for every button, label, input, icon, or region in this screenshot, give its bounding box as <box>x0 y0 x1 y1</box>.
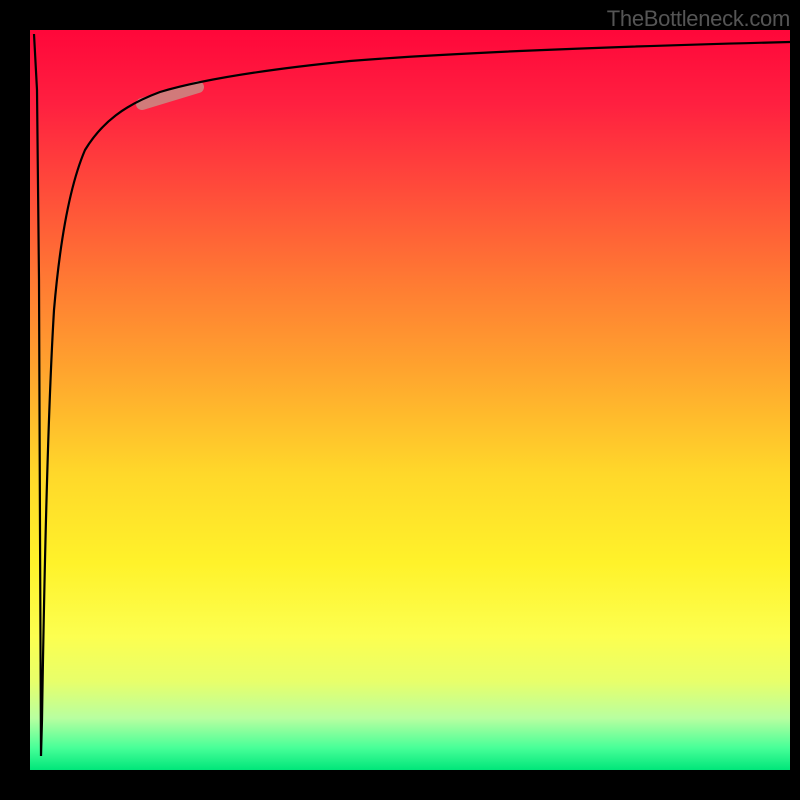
attribution-text: TheBottleneck.com <box>607 6 790 32</box>
chart-svg <box>30 30 790 770</box>
bottleneck-curve <box>34 34 790 756</box>
chart-plot-area <box>30 30 790 770</box>
highlight-segment <box>142 87 198 104</box>
